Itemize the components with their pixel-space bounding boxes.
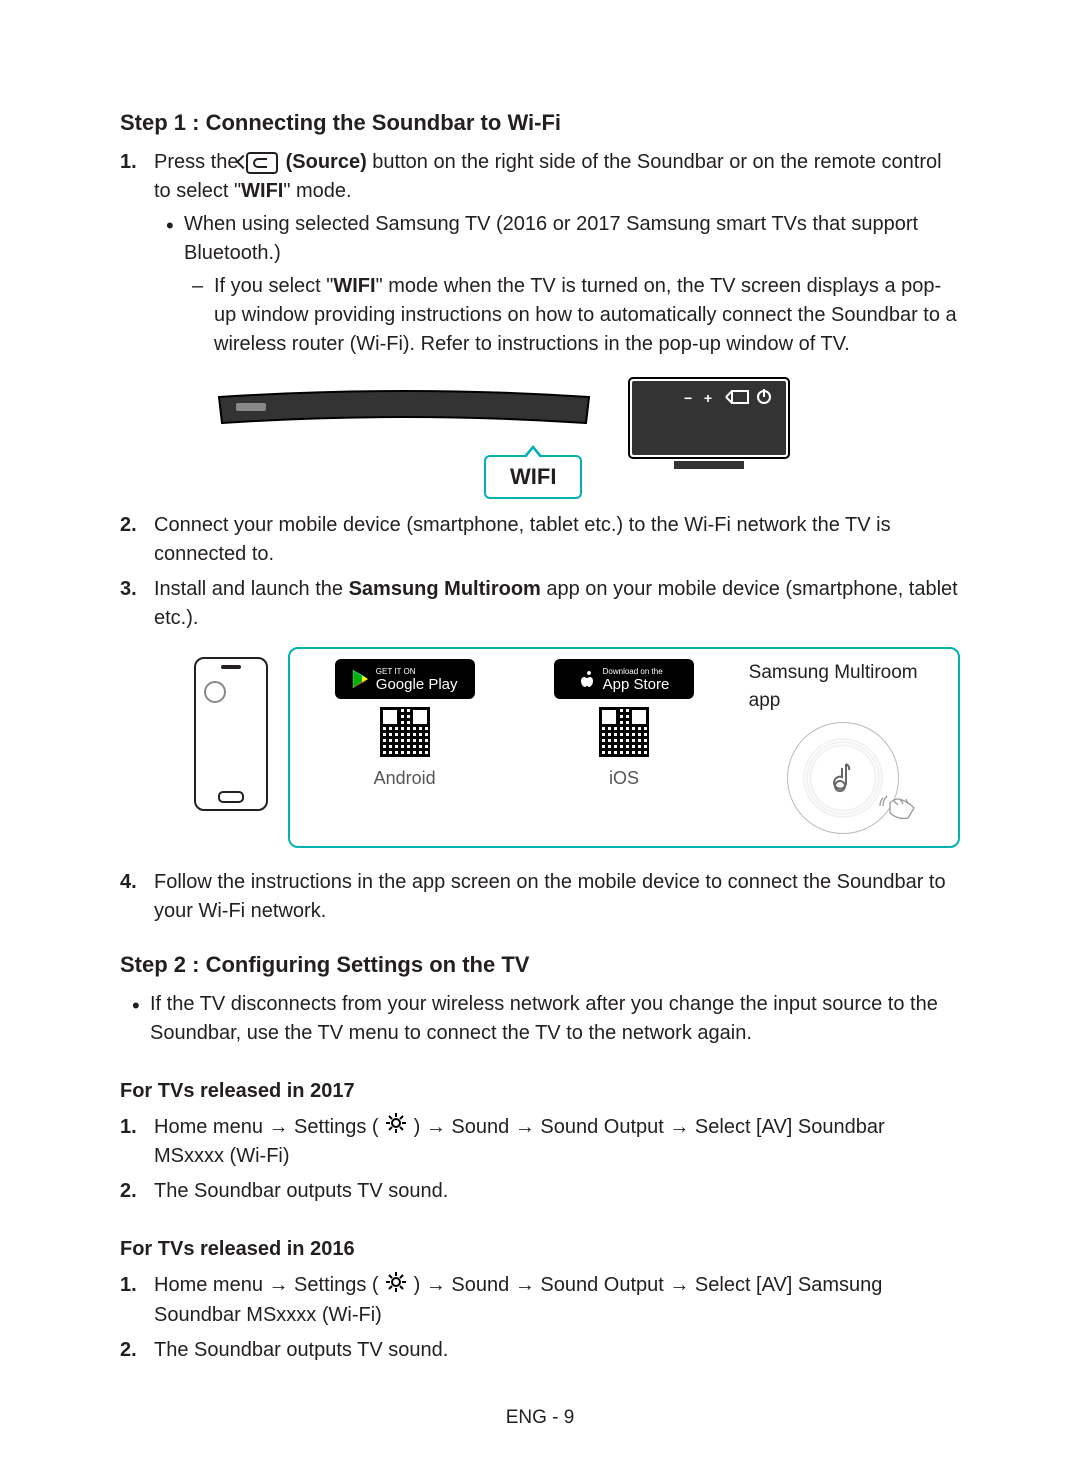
step1-item4: 4. Follow the instructions in the app sc… [154,868,960,926]
app-download-panel: GET IT ON Google Play Android [194,647,960,848]
text: The Soundbar outputs TV sound. [154,1339,448,1361]
step2-bullets: If the TV disconnects from your wireless… [120,990,960,1048]
tv-icon: − + [624,373,794,473]
text: Install and launch the [154,578,349,600]
list-number: 2. [120,511,137,540]
qr-code-icon [380,707,430,757]
platform-label: Android [374,765,436,791]
text: Press the [154,151,244,173]
google-play-icon [352,669,370,689]
list-number: 2. [120,1336,137,1365]
step1-item2: 2. Connect your mobile device (smartphon… [154,511,960,569]
google-play-column: GET IT ON Google Play Android [310,659,499,834]
source-label: (Source) [286,151,367,173]
tv2017-list: 1. Home menu → Settings ( ) → Sound → So… [120,1113,960,1206]
app-store-badge: Download on the App Store [554,659,694,699]
app-store-column: Download on the App Store iOS [529,659,718,834]
text: When using selected Samsung TV (2016 or … [184,213,918,264]
platform-label: iOS [609,765,639,791]
multiroom-app-icon [787,722,899,834]
list-item: 1. Home menu → Settings ( ) → Sound → So… [154,1113,960,1171]
app-icon-on-phone [204,681,226,703]
gear-icon [386,1272,406,1301]
text: If you select " [214,275,333,297]
dash-item: If you select "WIFI" mode when the TV is… [214,272,960,359]
tv2017-heading: For TVs released in 2017 [120,1080,960,1103]
bullet-item: When using selected Samsung TV (2016 or … [184,210,960,359]
source-icon [246,152,278,174]
page-footer: ENG - 9 [0,1407,1080,1429]
text: Connect your mobile device (smartphone, … [154,514,891,565]
soundbar-wifi-illustration: WIFI − + [214,373,814,493]
tv2016-list: 1. Home menu → Settings ( ) → Sound → So… [120,1271,960,1364]
badge-main-text: App Store [603,677,670,692]
app-name: Samsung Multiroom [349,578,541,600]
wifi-callout: WIFI [484,455,582,499]
dash-list: If you select "WIFI" mode when the TV is… [184,272,960,359]
step1-item3: 3. Install and launch the Samsung Multir… [154,575,960,848]
list-number: 2. [120,1177,137,1206]
text: " mode. [283,180,351,202]
text: If the TV disconnects from your wireless… [150,993,938,1044]
list-number: 1. [120,1113,137,1142]
step2-heading: Step 2 : Configuring Settings on the TV [120,952,960,978]
list-number: 1. [120,148,137,177]
list-number: 1. [120,1271,137,1300]
google-play-badge: GET IT ON Google Play [335,659,475,699]
soundbar-icon [214,389,594,429]
step1-heading: Step 1 : Connecting the Soundbar to Wi-F… [120,110,960,136]
list-number: 4. [120,868,137,897]
list-item: 1. Home menu → Settings ( ) → Sound → So… [154,1271,960,1329]
wifi-word: WIFI [241,180,283,202]
gear-icon [386,1113,406,1142]
app-store-group: GET IT ON Google Play Android [288,647,960,848]
list-item: 2. The Soundbar outputs TV sound. [154,1336,960,1365]
step1-sublist: When using selected Samsung TV (2016 or … [154,210,960,359]
badge-main-text: Google Play [376,677,458,692]
multiroom-column: Samsung Multiroom app [749,659,938,834]
bullet-item: If the TV disconnects from your wireless… [150,990,960,1048]
multiroom-label: Samsung Multiroom app [749,659,938,714]
qr-code-icon [599,707,649,757]
text: Follow the instructions in the app scree… [154,871,946,922]
text: The Soundbar outputs TV sound. [154,1180,448,1202]
apple-icon [579,669,597,689]
svg-text:− +: − + [684,390,712,406]
text: Home menu → Settings ( [154,1116,384,1138]
wifi-word: WIFI [333,275,375,297]
hand-tap-icon [878,793,918,823]
list-item: 2. The Soundbar outputs TV sound. [154,1177,960,1206]
step1-list: 1. Press the (Source) button on the righ… [120,148,960,926]
text: Home menu → Settings ( [154,1274,384,1296]
list-number: 3. [120,575,137,604]
manual-page: Step 1 : Connecting the Soundbar to Wi-F… [0,0,1080,1479]
phone-icon [194,657,268,811]
step1-item1: 1. Press the (Source) button on the righ… [154,148,960,493]
tv2016-heading: For TVs released in 2016 [120,1238,960,1261]
